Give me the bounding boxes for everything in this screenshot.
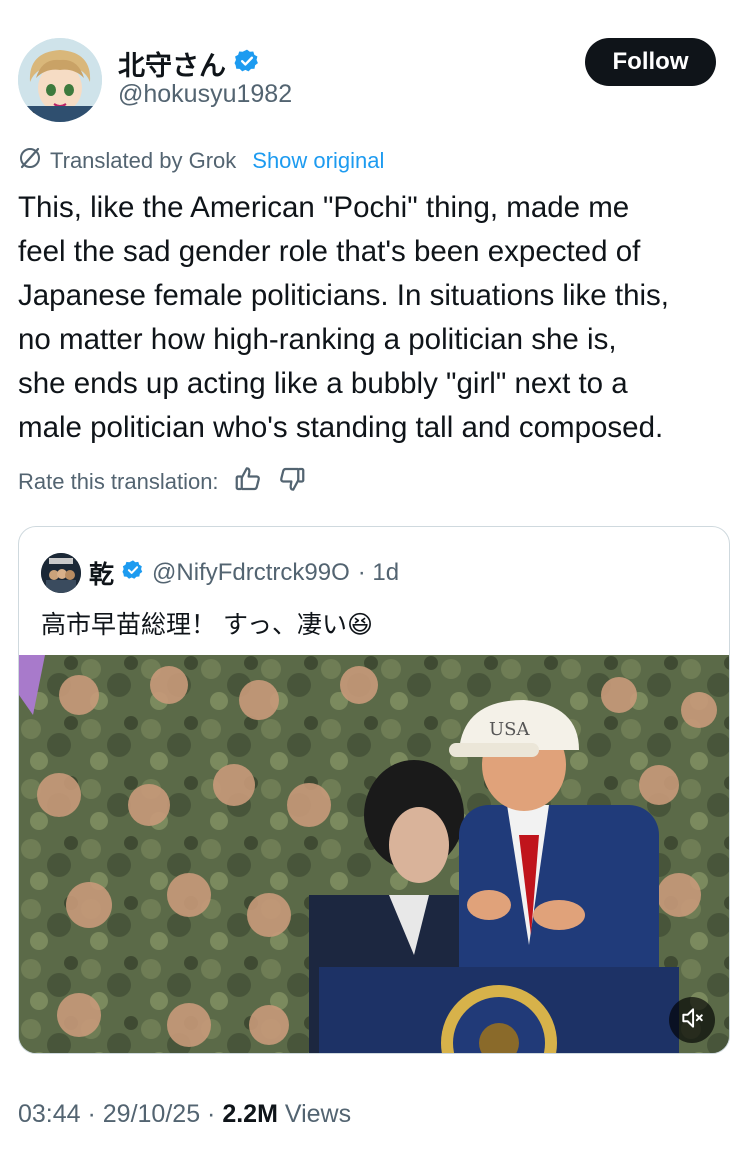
follow-button[interactable]: Follow [585,38,716,86]
tweet-line: no matter how high-ranking a politician … [18,323,617,356]
quoted-timestamp[interactable]: · 1d [358,559,399,587]
quoted-author-handle[interactable]: @NifyFdrctrck99O [152,559,350,587]
quoted-video[interactable]: USA [19,655,729,1053]
tweet-meta: 03:44 · 29/10/25 · 2.2M Views [18,1100,351,1129]
quoted-author-name[interactable]: 乾 [89,555,114,591]
quoted-text: 高市早苗総理！ すっ、凄い😆 [41,611,374,639]
tweet-line: male politician who's standing tall and … [18,411,664,444]
views-count: 2.2M [222,1100,278,1128]
mute-icon [679,1005,705,1036]
translation-row: Translated by Grok Show original [18,146,384,176]
thumbs-up-icon[interactable] [233,464,263,500]
tweet-text: This, like the American "Pochi" thing, m… [18,186,738,450]
cap-text: USA [489,719,531,740]
quoted-header: 乾 @NifyFdrctrck99O · 1d [41,553,399,593]
author-name-row: 北守さん [118,44,260,83]
verified-badge-icon [234,48,260,79]
rate-translation-row: Rate this translation: [18,464,307,500]
quoted-tweet-card[interactable]: 乾 @NifyFdrctrck99O · 1d 高市早苗総理！ すっ、凄い😆 U… [18,526,730,1054]
avatar-illustration: FP [18,38,102,122]
author-name[interactable]: 北守さん [118,44,226,83]
svg-text:FP: FP [22,111,35,121]
tweet-line: feel the sad gender role that's been exp… [18,235,641,268]
thumbs-down-icon[interactable] [277,464,307,500]
show-original-link[interactable]: Show original [252,148,384,174]
tweet-line: Japanese female politicians. In situatio… [18,279,669,312]
rate-translation-label: Rate this translation: [18,469,219,494]
tweet-line: she ends up acting like a bubbly "girl" … [18,367,628,400]
views-label: Views [277,1100,352,1128]
tweet-timestamp[interactable]: 03:44 · 29/10/25 · [18,1100,222,1128]
grok-slash-icon [18,146,42,176]
author-avatar[interactable]: FP [18,38,102,122]
video-frame-image: USA [19,655,729,1053]
verified-badge-icon [122,559,144,588]
mute-button[interactable] [669,997,715,1043]
translated-by-label: Translated by Grok [50,148,237,173]
quoted-avatar[interactable] [41,553,81,593]
tweet-line: This, like the American "Pochi" thing, m… [18,191,630,224]
author-handle[interactable]: @hokusyu1982 [118,80,292,109]
